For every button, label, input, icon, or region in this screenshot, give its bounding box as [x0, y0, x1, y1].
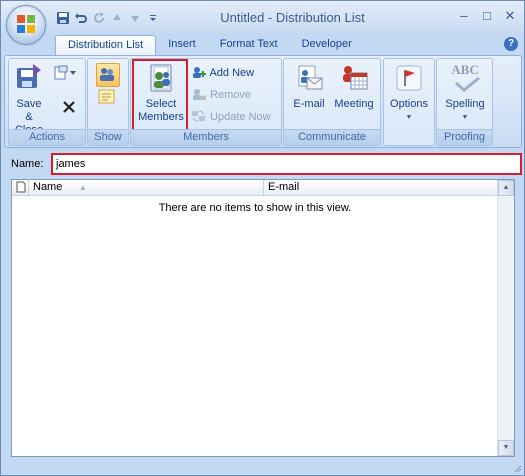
group-show: Show [87, 58, 129, 146]
save-close-button[interactable]: Save & Close [12, 62, 46, 137]
list-header: Name ▲ E-mail [12, 180, 498, 196]
tab-format-text[interactable]: Format Text [208, 35, 290, 55]
meeting-icon [343, 66, 368, 90]
group-show-label: Show [88, 129, 128, 145]
icon-column-header[interactable] [12, 180, 29, 195]
copy-dropdown[interactable] [53, 65, 81, 83]
ribbon-tabs: Distribution List Insert Format Text Dev… [55, 35, 364, 56]
undo-icon[interactable] [74, 11, 88, 25]
window-controls: – □ ✕ [454, 7, 520, 25]
options-dropdown-icon: ▼ [405, 114, 413, 121]
update-now-label: Update Now [210, 111, 271, 123]
add-new-button[interactable]: Add New [191, 64, 254, 82]
name-column-label: Name [33, 181, 63, 193]
document-icon [16, 181, 26, 193]
name-column-header[interactable]: Name ▲ [29, 180, 264, 195]
notes-view-button[interactable] [98, 89, 116, 105]
save-icon[interactable] [56, 11, 70, 25]
resize-grip-icon[interactable] [512, 463, 522, 473]
group-actions: Save & Close Actions [8, 58, 86, 146]
spelling-dropdown-icon: ▼ [461, 114, 469, 121]
add-new-icon [193, 67, 206, 78]
remove-button[interactable]: Remove [191, 86, 251, 104]
spelling-label: Spelling [445, 98, 485, 110]
tab-distribution-list[interactable]: Distribution List [55, 35, 157, 56]
tab-insert[interactable]: Insert [156, 35, 208, 55]
remove-icon [193, 89, 207, 101]
save-close-label-1: Save & [16, 98, 42, 123]
meeting-button[interactable]: Meeting [332, 62, 376, 111]
name-label: Name: [11, 158, 44, 170]
group-options: Options ▼ [383, 58, 435, 146]
copy-icon [54, 65, 76, 80]
notes-icon [98, 89, 115, 104]
add-new-label: Add New [209, 67, 255, 79]
customize-dropdown-icon[interactable] [146, 11, 160, 25]
maximize-button[interactable]: □ [477, 7, 497, 25]
name-input[interactable]: james [51, 153, 522, 175]
distribution-list-window: Untitled - Distribution List – □ ✕ Distr… [0, 0, 525, 476]
group-members: Select Members Add New Remove Update Now… [130, 58, 282, 146]
quick-access-toolbar [56, 10, 160, 26]
spelling-button[interactable]: ABC Spelling ▼ [440, 62, 490, 124]
meeting-label: Meeting [334, 98, 374, 110]
empty-list-message: There are no items to show in this view. [158, 202, 352, 214]
scroll-down-button[interactable]: ▼ [498, 440, 514, 456]
options-label: Options [390, 98, 428, 110]
delete-icon[interactable] [61, 99, 77, 115]
email-button[interactable]: E-mail [288, 62, 330, 111]
members-list[interactable]: Name ▲ E-mail There are no items to show… [11, 179, 515, 457]
update-now-icon [192, 110, 205, 122]
options-button[interactable]: Options ▼ [387, 62, 431, 124]
group-actions-label: Actions [9, 129, 85, 145]
help-icon[interactable]: ? [504, 37, 518, 51]
group-proofing: ABC Spelling ▼ Proofing [436, 58, 493, 146]
close-button[interactable]: ✕ [500, 7, 520, 25]
vertical-scrollbar[interactable]: ▲ ▼ [497, 180, 514, 456]
group-proofing-label: Proofing [437, 129, 492, 145]
members-view-button[interactable] [96, 63, 120, 87]
email-column-label: E-mail [268, 181, 300, 193]
flag-options-icon [396, 65, 422, 91]
sort-ascending-icon: ▲ [79, 183, 87, 192]
members-view-icon [100, 68, 114, 81]
office-button[interactable] [6, 5, 46, 45]
redo-icon[interactable] [92, 11, 106, 25]
tab-developer[interactable]: Developer [290, 35, 364, 55]
email-label: E-mail [293, 98, 325, 110]
select-members-highlight [132, 59, 188, 131]
minimize-button[interactable]: – [454, 7, 474, 25]
group-communicate-label: Communicate [284, 129, 380, 145]
down-arrow-icon[interactable] [128, 11, 142, 25]
email-column-header[interactable]: E-mail [264, 180, 498, 195]
ribbon: Save & Close Actions [4, 55, 522, 148]
email-icon [298, 65, 323, 90]
group-communicate: E-mail Meeting Communicate [283, 58, 381, 146]
spelling-icon: ABC [445, 62, 485, 94]
title-bar: Untitled - Distribution List – □ ✕ [1, 1, 524, 33]
scroll-up-button[interactable]: ▲ [498, 180, 514, 196]
group-members-label: Members [131, 129, 281, 145]
save-close-icon [17, 64, 41, 88]
remove-label: Remove [210, 89, 252, 101]
office-logo-icon [17, 15, 35, 33]
up-arrow-icon[interactable] [110, 11, 124, 25]
update-now-button[interactable]: Update Now [191, 108, 271, 126]
